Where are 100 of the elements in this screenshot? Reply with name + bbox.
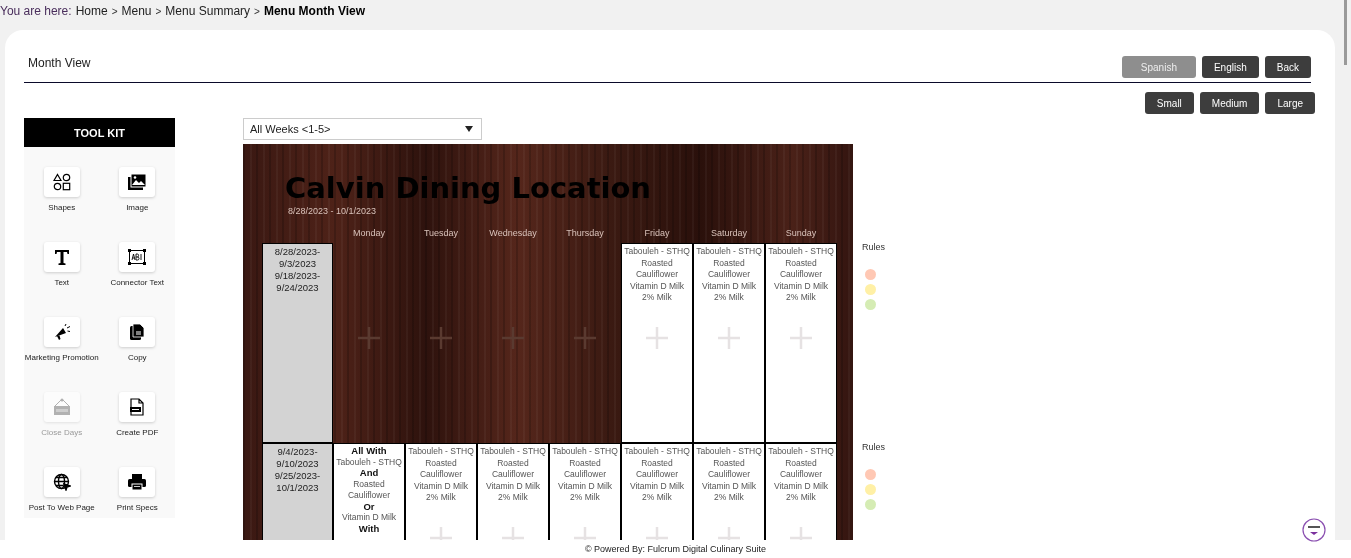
text-tool-icon[interactable] bbox=[43, 242, 80, 272]
connector-tool-icon[interactable] bbox=[119, 242, 156, 272]
menu-item: Roasted Cauliflower bbox=[778, 457, 823, 481]
menu-item: Vitamin D Milk bbox=[628, 480, 686, 492]
calendar-title: Calvin Dining Location bbox=[284, 170, 652, 205]
rule-operator: Or bbox=[362, 501, 376, 512]
shapes-tool-icon[interactable] bbox=[43, 167, 80, 197]
menu-item: Vitamin D Milk bbox=[484, 480, 542, 492]
tool-label: Print Specs bbox=[115, 502, 159, 514]
caret-icon bbox=[465, 126, 473, 132]
menu-item: Vitamin D Milk bbox=[412, 480, 470, 492]
rules-label: Rules bbox=[862, 242, 885, 252]
menu-item: Tabouleh - STHQ bbox=[551, 446, 619, 458]
day-header: Wednesday bbox=[488, 227, 538, 240]
copy-tool-icon[interactable] bbox=[119, 317, 156, 347]
breadcrumb-separator: > bbox=[111, 5, 118, 17]
breadcrumb-link[interactable]: Menu bbox=[121, 4, 152, 18]
tool-label: Close Days bbox=[40, 427, 84, 439]
day-header: Thursday bbox=[565, 227, 605, 240]
tool-label: Marketing Promotion bbox=[24, 352, 99, 364]
menu-item: Tabouleh - STHQ bbox=[695, 246, 763, 258]
menu-day-cell[interactable]: Tabouleh - STHQ Roasted Cauliflower Vitamin D Milk 2% Milk bbox=[693, 243, 765, 443]
menu-day-cell[interactable]: Tabouleh - STHQ Roasted Cauliflower Vitamin D Milk 2% Milk bbox=[621, 443, 693, 540]
tool-label: Image bbox=[125, 202, 150, 214]
menu-item: Vitamin D Milk bbox=[772, 480, 830, 492]
tool-label: Post To Web Page bbox=[27, 502, 96, 514]
week-date-cell: 8/28/2023- 9/3/2023 9/18/2023- 9/24/2023 bbox=[262, 243, 333, 443]
menu-day-cell[interactable]: Tabouleh - STHQ Roasted Cauliflower Vitamin D Milk 2% Milk bbox=[621, 243, 693, 443]
menu-item: Tabouleh - STHQ bbox=[695, 446, 763, 458]
menu-item: Tabouleh - STHQ bbox=[767, 246, 835, 258]
dropdown-circle-icon[interactable] bbox=[1302, 518, 1326, 542]
breadcrumb-separator: > bbox=[254, 5, 260, 17]
menu-item: Vitamin D Milk bbox=[700, 280, 758, 292]
menu-day-cell[interactable]: Tabouleh - STHQ Roasted Cauliflower Vitamin D Milk 2% Milk bbox=[549, 443, 621, 540]
menu-item: Tabouleh - STHQ bbox=[407, 446, 475, 458]
menu-item: Roasted Cauliflower bbox=[706, 257, 751, 281]
footer-text: © Powered By: Fulcrum Digital Culinary Suite bbox=[0, 540, 1351, 558]
breadcrumb-link[interactable]: Home bbox=[75, 4, 108, 18]
plus-icon[interactable] bbox=[573, 326, 597, 350]
toolkit-title: TOOL KIT bbox=[24, 118, 175, 147]
language-button[interactable]: English bbox=[1201, 56, 1259, 78]
menu-day-cell[interactable]: Tabouleh - STHQ Roasted Cauliflower Vitamin D Milk 2% Milk bbox=[765, 243, 837, 443]
calendar-date-range: 8/28/2023 - 10/1/2023 bbox=[287, 205, 378, 217]
plus-icon[interactable] bbox=[429, 326, 453, 350]
menu-item: Roasted Cauliflower bbox=[346, 478, 391, 502]
menu-item: 2% Milk bbox=[569, 492, 601, 504]
menu-day-cell[interactable]: Tabouleh - STHQ Roasted Cauliflower Vitamin D Milk 2% Milk bbox=[765, 443, 837, 540]
breadcrumb-separator: > bbox=[155, 5, 162, 17]
breadcrumb-link[interactable]: Menu Month View bbox=[263, 4, 365, 18]
menu-item: 2% Milk bbox=[641, 292, 673, 304]
week-date-cell: 9/4/2023- 9/10/2023 9/25/2023- 10/1/2023 bbox=[262, 443, 333, 540]
week-select[interactable]: All Weeks <1-5> bbox=[243, 118, 482, 140]
tool-label: Shapes bbox=[47, 202, 77, 214]
size-button[interactable]: Large bbox=[1265, 92, 1315, 114]
image-tool-icon[interactable] bbox=[119, 167, 156, 197]
menu-item: Roasted Cauliflower bbox=[634, 457, 679, 481]
rule-operator: With bbox=[357, 523, 381, 534]
menu-item: Roasted Cauliflower bbox=[634, 257, 679, 281]
menu-item: Roasted Cauliflower bbox=[562, 457, 607, 481]
rules-label: Rules bbox=[862, 442, 885, 452]
menu-item: 2% Milk bbox=[425, 492, 457, 504]
plus-icon[interactable] bbox=[357, 326, 381, 350]
menu-item: Roasted Cauliflower bbox=[706, 457, 751, 481]
menu-item: 2% Milk bbox=[713, 292, 745, 304]
megaphone-tool-icon[interactable] bbox=[43, 317, 80, 347]
tool-label: Copy bbox=[126, 352, 148, 364]
menu-item: Roasted Cauliflower bbox=[418, 457, 463, 481]
menu-item: Vitamin D Milk bbox=[772, 280, 830, 292]
globe-tool-icon[interactable] bbox=[43, 467, 80, 497]
plus-icon[interactable] bbox=[501, 326, 525, 350]
menu-item: Vitamin D Milk bbox=[340, 512, 398, 524]
menu-item: 2% Milk bbox=[497, 492, 529, 504]
tool-label: Connector Text bbox=[109, 277, 166, 289]
pdf-tool-icon[interactable] bbox=[119, 392, 156, 422]
size-button[interactable]: Small bbox=[1144, 92, 1194, 114]
day-header: Monday bbox=[352, 227, 386, 240]
breadcrumb-link[interactable]: Menu Summary bbox=[165, 4, 251, 18]
menu-item: Tabouleh - STHQ bbox=[623, 446, 691, 458]
day-header: Friday bbox=[643, 227, 671, 240]
menu-item: Tabouleh - STHQ bbox=[767, 446, 835, 458]
menu-item: 2% Milk bbox=[785, 492, 817, 504]
language-button[interactable]: Back bbox=[1264, 56, 1311, 78]
rule-operator: And bbox=[358, 468, 380, 479]
tool-label: Text bbox=[53, 277, 71, 289]
printer-tool-icon[interactable] bbox=[119, 467, 156, 497]
menu-item: Vitamin D Milk bbox=[700, 480, 758, 492]
day-header: Saturday bbox=[710, 227, 748, 240]
menu-day-cell[interactable]: Tabouleh - STHQ Roasted Cauliflower Vitamin D Milk 2% Milk bbox=[405, 443, 477, 540]
tool-label: Create PDF bbox=[115, 427, 160, 439]
menu-item: Vitamin D Milk bbox=[556, 480, 614, 492]
menu-item: 2% Milk bbox=[785, 292, 817, 304]
menu-day-cell[interactable]: Tabouleh - STHQ Roasted Cauliflower Vitamin D Milk 2% Milk bbox=[477, 443, 549, 540]
day-header: Tuesday bbox=[422, 227, 460, 240]
day-header: Sunday bbox=[784, 227, 818, 240]
breadcrumb-label: You are here: bbox=[0, 4, 72, 18]
size-button[interactable]: Medium bbox=[1199, 92, 1260, 114]
menu-item: Tabouleh - STHQ bbox=[623, 246, 691, 258]
menu-day-cell[interactable]: All With Tabouleh - STHQ And Roasted Cauliflower Or Vitamin D Milk With bbox=[333, 443, 405, 540]
menu-day-cell[interactable]: Tabouleh - STHQ Roasted Cauliflower Vitamin D Milk 2% Milk bbox=[693, 443, 765, 540]
page-title: Month View bbox=[28, 56, 91, 70]
